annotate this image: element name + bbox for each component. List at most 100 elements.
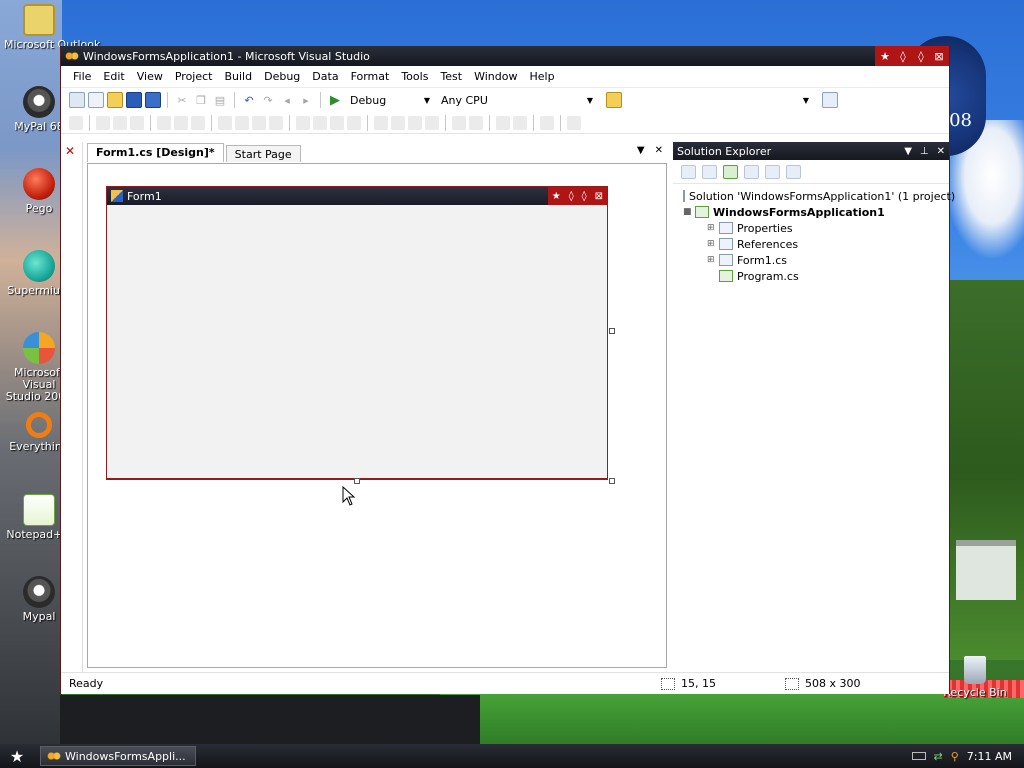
toolbox-icon[interactable]: ✕ <box>65 144 79 158</box>
start-button[interactable]: ★ <box>0 744 34 768</box>
copy-icon[interactable]: ❐ <box>193 92 209 108</box>
add-item-icon[interactable] <box>88 92 104 108</box>
menu-test[interactable]: Test <box>434 70 468 83</box>
status-bar: Ready 15, 15 508 x 300 <box>61 672 949 694</box>
align-to-grid-icon[interactable] <box>69 115 83 130</box>
remove-vertical-spacing-icon[interactable] <box>425 115 439 130</box>
align-bottoms-icon[interactable] <box>191 115 205 130</box>
save-icon[interactable] <box>126 92 142 108</box>
tree-item-program[interactable]: Program.cs <box>683 268 949 284</box>
menu-window[interactable]: Window <box>468 70 523 83</box>
expand-icon[interactable]: ⊞ <box>707 255 717 265</box>
window-position-icon[interactable]: ▼ <box>904 146 912 157</box>
close-document-icon[interactable]: ✕ <box>655 145 663 156</box>
make-same-size-icon[interactable] <box>269 115 283 130</box>
resize-handle-right[interactable] <box>609 328 615 334</box>
align-middles-icon[interactable] <box>174 115 188 130</box>
clock[interactable]: 7:11 AM <box>967 750 1012 763</box>
menu-help[interactable]: Help <box>523 70 560 83</box>
form-designer-surface[interactable]: Form1 ★ ◊ ◊ ⊠ <box>87 163 667 668</box>
navigate-back-icon[interactable]: ◂ <box>279 92 295 108</box>
align-rights-icon[interactable] <box>130 115 144 130</box>
taskbar-item-visual-studio[interactable]: WindowsFormsAppli... <box>40 746 196 766</box>
send-to-back-icon[interactable] <box>513 115 527 130</box>
network-icon[interactable]: ⇄ <box>934 750 943 763</box>
navigate-forward-icon[interactable]: ▸ <box>298 92 314 108</box>
collapse-icon[interactable]: ■ <box>683 207 693 217</box>
window-titlebar[interactable]: WindowsFormsApplication1 - Microsoft Vis… <box>61 46 949 66</box>
size-to-grid-icon[interactable] <box>235 115 249 130</box>
keyboard-icon[interactable] <box>911 752 926 760</box>
redo-icon[interactable]: ↷ <box>260 92 276 108</box>
view-designer-icon[interactable] <box>765 164 780 179</box>
menu-view[interactable]: View <box>131 70 169 83</box>
resize-handle-bottom[interactable] <box>354 478 360 484</box>
refresh-icon[interactable] <box>723 164 738 179</box>
find-dropdown[interactable]: ▼ <box>625 91 813 109</box>
find-in-files-icon[interactable] <box>606 92 622 108</box>
solution-icon <box>683 190 685 202</box>
cut-icon[interactable]: ✂ <box>174 92 190 108</box>
menu-project[interactable]: Project <box>169 70 219 83</box>
resize-handle-bottom-right[interactable] <box>609 478 615 484</box>
pin-icon[interactable]: ⊥ <box>920 146 929 157</box>
bring-to-front-icon[interactable] <box>496 115 510 130</box>
decrease-horizontal-spacing-icon[interactable] <box>330 115 344 130</box>
tab-start-page[interactable]: Start Page <box>225 145 301 162</box>
paste-icon[interactable]: ▤ <box>212 92 228 108</box>
maximize-button[interactable]: ◊ <box>915 50 927 63</box>
minimize-button[interactable]: ◊ <box>897 50 909 63</box>
view-code-icon[interactable] <box>744 164 759 179</box>
solution-config-dropdown[interactable]: Debug ▼ <box>346 91 434 109</box>
save-all-icon[interactable] <box>145 92 161 108</box>
tree-item-references[interactable]: ⊞ References <box>683 236 949 252</box>
new-project-icon[interactable] <box>69 92 85 108</box>
active-files-dropdown-icon[interactable]: ▼ <box>637 145 645 156</box>
menu-data[interactable]: Data <box>306 70 344 83</box>
horizontal-spacing-equal-icon[interactable] <box>296 115 310 130</box>
tab-form1-design[interactable]: Form1.cs [Design]* <box>87 143 224 162</box>
start-debugging-icon[interactable]: ▶ <box>327 92 343 108</box>
class-diagram-icon[interactable] <box>786 164 801 179</box>
close-panel-icon[interactable]: ✕ <box>937 146 945 157</box>
tree-item-project[interactable]: ■ WindowsFormsApplication1 <box>683 204 949 220</box>
menu-tools[interactable]: Tools <box>395 70 434 83</box>
align-tops-icon[interactable] <box>157 115 171 130</box>
tree-item-solution[interactable]: Solution 'WindowsFormsApplication1' (1 p… <box>683 188 955 204</box>
increase-vertical-spacing-icon[interactable] <box>391 115 405 130</box>
show-all-files-icon[interactable] <box>702 164 717 179</box>
tab-order-icon[interactable] <box>567 115 581 130</box>
properties-icon[interactable] <box>681 164 696 179</box>
close-button[interactable]: ⊠ <box>933 50 945 63</box>
desktop-icon-outlook[interactable]: Microsoft Outlook <box>4 4 100 51</box>
undo-icon[interactable]: ↶ <box>241 92 257 108</box>
menu-edit[interactable]: Edit <box>97 70 130 83</box>
remove-horizontal-spacing-icon[interactable] <box>347 115 361 130</box>
desktop-icon-recycle-bin[interactable]: Recycle Bin <box>940 656 1010 699</box>
help-button[interactable]: ★ <box>879 50 891 63</box>
menu-file[interactable]: File <box>67 70 97 83</box>
visual-studio-icon <box>47 751 61 761</box>
lock-controls-icon[interactable] <box>540 115 554 130</box>
align-lefts-icon[interactable] <box>96 115 110 130</box>
solution-explorer-toolbar-icon[interactable] <box>822 92 838 108</box>
align-centers-icon[interactable] <box>113 115 127 130</box>
vertical-spacing-equal-icon[interactable] <box>374 115 388 130</box>
tree-item-form1[interactable]: ⊞ Form1.cs <box>683 252 949 268</box>
center-horizontally-icon[interactable] <box>452 115 466 130</box>
solution-platform-dropdown[interactable]: Any CPU ▼ <box>437 91 597 109</box>
expand-icon[interactable]: ⊞ <box>707 223 717 233</box>
expand-icon[interactable]: ⊞ <box>707 239 717 249</box>
tree-item-properties[interactable]: ⊞ Properties <box>683 220 949 236</box>
make-same-width-icon[interactable] <box>218 115 232 130</box>
menu-build[interactable]: Build <box>218 70 258 83</box>
menu-debug[interactable]: Debug <box>258 70 306 83</box>
increase-horizontal-spacing-icon[interactable] <box>313 115 327 130</box>
menu-format[interactable]: Format <box>345 70 396 83</box>
make-same-height-icon[interactable] <box>252 115 266 130</box>
form1-designer[interactable]: Form1 ★ ◊ ◊ ⊠ <box>106 186 608 480</box>
search-icon[interactable]: ⚲ <box>951 750 959 763</box>
center-vertically-icon[interactable] <box>469 115 483 130</box>
open-file-icon[interactable] <box>107 92 123 108</box>
decrease-vertical-spacing-icon[interactable] <box>408 115 422 130</box>
